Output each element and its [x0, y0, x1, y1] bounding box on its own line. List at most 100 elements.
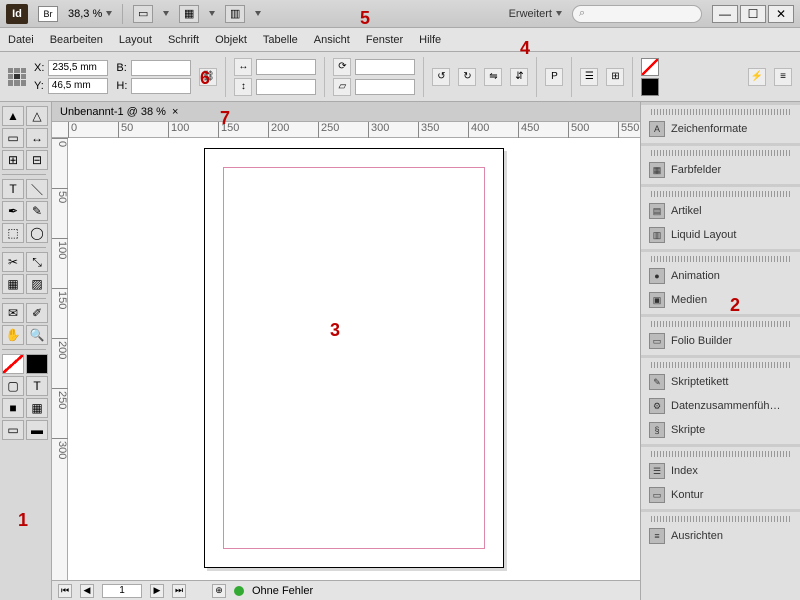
- rectangle-tool[interactable]: ◯: [26, 223, 48, 243]
- scale-x-input[interactable]: [256, 59, 316, 75]
- content-collector-tool[interactable]: ⊞: [2, 150, 24, 170]
- content-placer-tool[interactable]: ⊟: [26, 150, 48, 170]
- pencil-tool[interactable]: ✎: [26, 201, 48, 221]
- panel-index[interactable]: ☰Index: [641, 459, 800, 483]
- last-page-button[interactable]: ⏭: [172, 584, 186, 598]
- position-fields: X: Y:: [34, 60, 108, 94]
- panel-artikel[interactable]: ▤Artikel: [641, 199, 800, 223]
- menu-datei[interactable]: Datei: [8, 34, 34, 46]
- canvas[interactable]: [68, 138, 640, 580]
- shear-input[interactable]: [355, 79, 415, 95]
- panel-skripte[interactable]: §Skripte: [641, 418, 800, 442]
- stroke-swatch[interactable]: [641, 78, 659, 96]
- zoom-dropdown[interactable]: 38,3 %: [68, 8, 112, 20]
- arrange-docs-button[interactable]: ▦: [179, 5, 199, 23]
- rectangle-frame-tool[interactable]: ⬚: [2, 223, 24, 243]
- panel-medien[interactable]: ▣Medien: [641, 288, 800, 312]
- formatting-text-icon[interactable]: T: [26, 376, 48, 396]
- first-page-button[interactable]: ⏮: [58, 584, 72, 598]
- preview-view-icon[interactable]: ▬: [26, 420, 48, 440]
- panel-label: Animation: [671, 270, 720, 282]
- align-icon[interactable]: ☰: [580, 68, 598, 86]
- menu-ansicht[interactable]: Ansicht: [314, 34, 350, 46]
- apply-color-icon[interactable]: ■: [2, 398, 24, 418]
- search-input[interactable]: ⌕: [572, 5, 702, 23]
- flip-v-icon[interactable]: ⇵: [510, 68, 528, 86]
- screen-mode-button[interactable]: ▭: [133, 5, 153, 23]
- selection-tool[interactable]: ▲: [2, 106, 24, 126]
- panel-label: Folio Builder: [671, 335, 732, 347]
- flip-h-icon[interactable]: ⇋: [484, 68, 502, 86]
- preflight-menu-icon[interactable]: ⊕: [212, 584, 226, 598]
- menu-bearbeiten[interactable]: Bearbeiten: [50, 34, 103, 46]
- zoom-tool[interactable]: 🔍: [26, 325, 48, 345]
- panel-zeichenformate[interactable]: AZeichenformate: [641, 117, 800, 141]
- panel-label: Index: [671, 465, 698, 477]
- tab-close-icon[interactable]: ×: [172, 106, 178, 118]
- panel-farbfelder[interactable]: ▦Farbfelder: [641, 158, 800, 182]
- apply-gradient-icon[interactable]: ▦: [26, 398, 48, 418]
- toolbox: ▲△ ▭↔ ⊞⊟ T＼ ✒✎ ⬚◯ ✂⤡ ▦▨ ✉✐ ✋🔍 ▢T ■▦ ▭▬: [0, 102, 52, 600]
- page[interactable]: [204, 148, 504, 568]
- gradient-swatch-tool[interactable]: ▦: [2, 274, 24, 294]
- h-input[interactable]: [131, 78, 191, 94]
- direct-selection-tool[interactable]: △: [26, 106, 48, 126]
- menu-fenster[interactable]: Fenster: [366, 34, 403, 46]
- fill-swatch[interactable]: [641, 58, 659, 76]
- panel-icon: ▥: [649, 227, 665, 243]
- chevron-down-icon: [163, 11, 169, 16]
- bridge-button[interactable]: Br: [38, 6, 58, 22]
- type-tool[interactable]: T: [2, 179, 24, 199]
- quick-apply-icon[interactable]: ⚡: [748, 68, 766, 86]
- y-input[interactable]: [48, 78, 108, 94]
- fill-proxy[interactable]: [2, 354, 24, 374]
- rotate-input[interactable]: [355, 59, 415, 75]
- x-input[interactable]: [48, 60, 108, 76]
- line-tool[interactable]: ＼: [26, 179, 48, 199]
- panel-icon: ≡: [649, 528, 665, 544]
- workspace-switcher[interactable]: Erweitert: [509, 8, 562, 20]
- panel-ausrichten[interactable]: ≡Ausrichten: [641, 524, 800, 548]
- chevron-down-icon: [106, 11, 112, 16]
- normal-view-icon[interactable]: ▭: [2, 420, 24, 440]
- scale-y-input[interactable]: [256, 79, 316, 95]
- document-tab[interactable]: Unbenannt-1 @ 38 % ×: [52, 102, 640, 122]
- menu-hilfe[interactable]: Hilfe: [419, 34, 441, 46]
- note-tool[interactable]: ✉: [2, 303, 24, 323]
- panel-kontur[interactable]: ▭Kontur: [641, 483, 800, 507]
- panel-liquidlayout[interactable]: ▥Liquid Layout: [641, 223, 800, 247]
- reference-point-selector[interactable]: [8, 68, 26, 86]
- formatting-container-icon[interactable]: ▢: [2, 376, 24, 396]
- panel-menu-icon[interactable]: ≡: [774, 68, 792, 86]
- maximize-button[interactable]: ☐: [740, 5, 766, 23]
- panel-animation[interactable]: ●Animation: [641, 264, 800, 288]
- page-tool[interactable]: ▭: [2, 128, 24, 148]
- close-button[interactable]: ✕: [768, 5, 794, 23]
- scissors-tool[interactable]: ✂: [2, 252, 24, 272]
- page-number-input[interactable]: [102, 584, 142, 598]
- gradient-feather-tool[interactable]: ▨: [26, 274, 48, 294]
- stroke-proxy[interactable]: [26, 354, 48, 374]
- gap-tool[interactable]: ↔: [26, 128, 48, 148]
- prev-page-button[interactable]: ◀: [80, 584, 94, 598]
- minimize-button[interactable]: —: [712, 5, 738, 23]
- pen-tool[interactable]: ✒: [2, 201, 24, 221]
- panel-foliobuilder[interactable]: ▭Folio Builder: [641, 329, 800, 353]
- free-transform-tool[interactable]: ⤡: [26, 252, 48, 272]
- constrain-proportions-icon[interactable]: ⛓: [199, 68, 217, 86]
- menu-layout[interactable]: Layout: [119, 34, 152, 46]
- view-options-button[interactable]: ▥: [225, 5, 245, 23]
- hand-tool[interactable]: ✋: [2, 325, 24, 345]
- next-page-button[interactable]: ▶: [150, 584, 164, 598]
- menu-tabelle[interactable]: Tabelle: [263, 34, 298, 46]
- w-input[interactable]: [131, 60, 191, 76]
- rotate-ccw-icon[interactable]: ↺: [432, 68, 450, 86]
- menu-schrift[interactable]: Schrift: [168, 34, 199, 46]
- select-container-icon[interactable]: P: [545, 68, 563, 86]
- panel-skriptetikett[interactable]: ✎Skriptetikett: [641, 370, 800, 394]
- menu-objekt[interactable]: Objekt: [215, 34, 247, 46]
- eyedropper-tool[interactable]: ✐: [26, 303, 48, 323]
- panel-datenzusammenfh[interactable]: ⚙Datenzusammenfüh…: [641, 394, 800, 418]
- distribute-icon[interactable]: ⊞: [606, 68, 624, 86]
- rotate-cw-icon[interactable]: ↻: [458, 68, 476, 86]
